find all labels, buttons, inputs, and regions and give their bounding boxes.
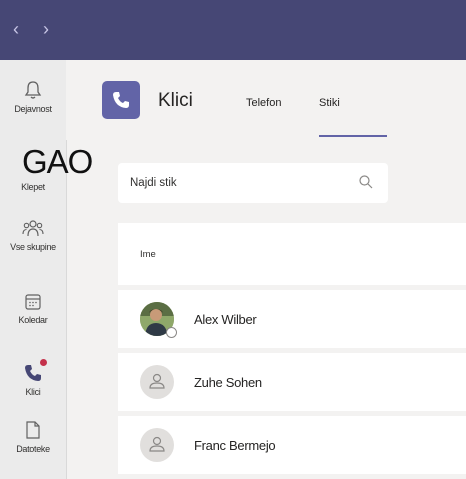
rail-label-teams: Vse skupine: [10, 242, 56, 252]
rail-item-calendar[interactable]: Koledar: [0, 293, 66, 325]
rail-item-files[interactable]: Datoteke: [0, 420, 66, 454]
contact-row[interactable]: Alex Wilber: [118, 290, 466, 348]
phone-icon: [25, 365, 41, 381]
calls-app-icon: [102, 81, 140, 119]
rail-item-activity[interactable]: Dejavnost: [0, 80, 66, 114]
active-tab-indicator: [319, 135, 387, 137]
rail-label-activity: Dejavnost: [14, 104, 52, 114]
app-header: Klici Telefon Stiki: [66, 60, 466, 140]
tab-contacts[interactable]: Stiki: [319, 97, 340, 109]
contact-name: Alex Wilber: [194, 312, 257, 327]
calendar-icon: [25, 294, 41, 310]
placeholder-person-icon: [149, 373, 165, 389]
contact-row[interactable]: Franc Bermejo: [118, 416, 466, 474]
rail-label-files: Datoteke: [16, 444, 50, 454]
rail-label-chat: Klepet: [21, 182, 45, 192]
placeholder-person-icon: [149, 436, 165, 452]
rail-item-teams[interactable]: Vse skupine: [0, 218, 66, 252]
teams-icon: [22, 220, 44, 237]
contact-row[interactable]: Zuhe Sohen: [118, 353, 466, 411]
avatar: [140, 428, 174, 462]
app-rail: Dejavnost Klepet Vse skupine Koledar Kli…: [0, 60, 67, 479]
back-arrow-icon[interactable]: ‹: [6, 18, 26, 40]
forward-arrow-icon[interactable]: ›: [36, 18, 56, 40]
column-header[interactable]: Ime: [118, 223, 466, 285]
presence-status-icon: [166, 327, 177, 338]
notification-badge: [40, 359, 47, 366]
overlay-text: GAO: [22, 143, 93, 180]
file-icon: [26, 421, 40, 439]
tab-phone[interactable]: Telefon: [246, 97, 281, 109]
title-bar: ‹ ›: [0, 0, 466, 60]
avatar: [140, 365, 174, 399]
rail-item-calls[interactable]: Klici: [0, 359, 66, 397]
page-title: Klici: [158, 90, 193, 111]
phone-icon: [113, 92, 129, 108]
rail-label-calendar: Koledar: [18, 315, 48, 325]
search-icon[interactable]: [358, 174, 374, 190]
rail-label-calls: Klici: [25, 387, 41, 397]
bell-icon: [24, 81, 42, 99]
contact-name: Franc Bermejo: [194, 438, 276, 453]
search-input[interactable]: Najdi stik: [118, 163, 388, 203]
column-header-name: Ime: [140, 249, 156, 260]
contacts-list: Ime Alex Wilber Zuhe Sohen Franc Bermejo: [118, 223, 466, 479]
contact-name: Zuhe Sohen: [194, 375, 262, 390]
search-placeholder: Najdi stik: [130, 177, 177, 189]
